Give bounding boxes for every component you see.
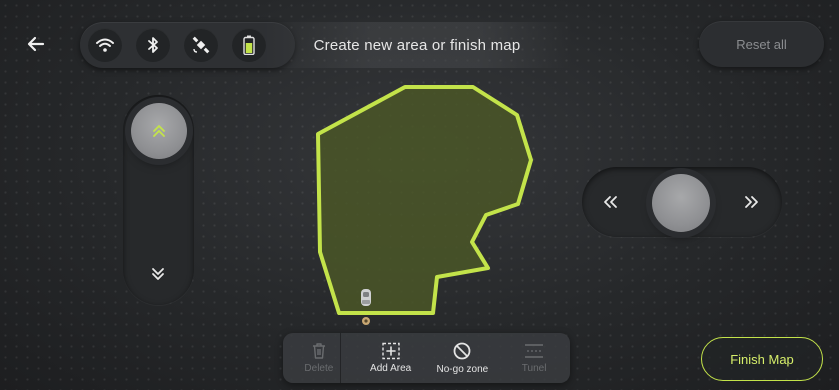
- chevrons-down-icon: [152, 268, 164, 280]
- mower-icon: [361, 289, 371, 306]
- move-backward-button[interactable]: [146, 262, 170, 286]
- chevrons-left-icon: [604, 196, 617, 208]
- wifi-icon: [88, 28, 122, 62]
- finish-map-button[interactable]: Finish Map: [701, 337, 823, 381]
- back-button[interactable]: [20, 28, 52, 60]
- instruction-banner: Create new area or finish map: [262, 22, 572, 68]
- bluetooth-icon: [136, 28, 170, 62]
- delete-tool-button[interactable]: Delete: [283, 333, 355, 383]
- add-area-icon: [381, 342, 400, 360]
- robot-mower-marker: [356, 288, 376, 328]
- chevrons-up-icon: [153, 125, 165, 137]
- turn-right-button[interactable]: [740, 190, 764, 214]
- reset-all-button[interactable]: Reset all: [699, 21, 824, 67]
- no-go-icon: [453, 342, 471, 360]
- steering-joystick-knob[interactable]: [652, 174, 710, 232]
- mapped-area[interactable]: [316, 85, 533, 315]
- turn-left-button[interactable]: [598, 190, 622, 214]
- tunnel-icon: [525, 344, 544, 358]
- forward-backward-joystick-knob[interactable]: [131, 103, 187, 159]
- add-area-tool-button[interactable]: Add Area: [355, 333, 427, 383]
- chevrons-right-icon: [745, 196, 758, 208]
- edit-toolbar: Delete Add Area No-go zone Tunel: [283, 333, 570, 383]
- satellite-icon: [184, 28, 218, 62]
- no-go-zone-tool-label: No-go zone: [436, 364, 489, 375]
- tunnel-tool-label: Tunel: [521, 363, 547, 374]
- arrow-left-icon: [27, 36, 45, 52]
- trash-icon: [312, 343, 325, 359]
- no-go-zone-tool-button[interactable]: No-go zone: [427, 333, 499, 383]
- toolbar-divider: [340, 333, 341, 383]
- position-dot-icon: [362, 317, 370, 325]
- tunnel-tool-button[interactable]: Tunel: [498, 333, 570, 383]
- delete-tool-label: Delete: [304, 363, 334, 374]
- add-area-tool-label: Add Area: [370, 363, 412, 374]
- battery-icon: [232, 28, 266, 62]
